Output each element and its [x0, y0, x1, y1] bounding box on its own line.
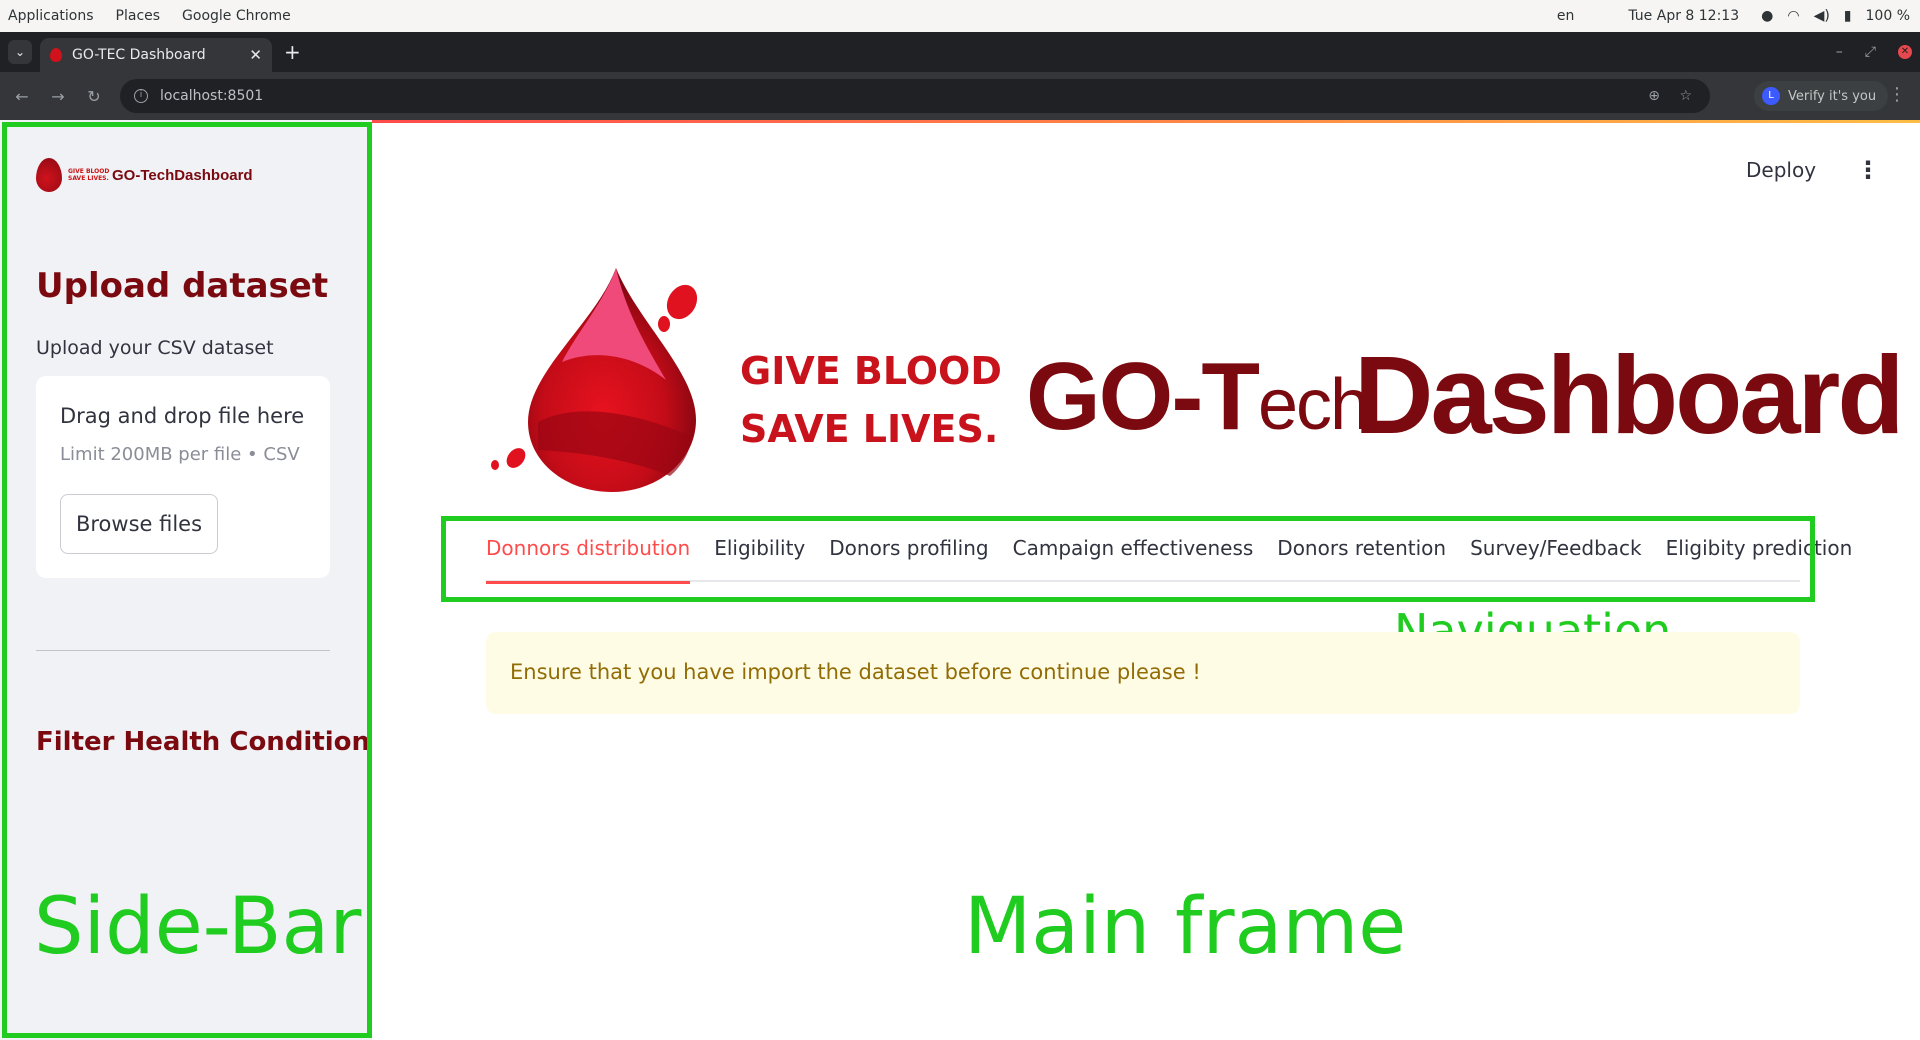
active-app-name[interactable]: Google Chrome [182, 8, 291, 24]
minimize-icon[interactable]: – [1836, 44, 1843, 60]
sidebar-logo: GIVE BLOOD SAVE LIVES. GO-TechDashboard [36, 158, 253, 192]
site-info-icon[interactable]: i [134, 89, 148, 103]
warning-alert: Ensure that you have import the dataset … [486, 632, 1800, 714]
tab-search-chevron-down-icon[interactable]: ⌄ [8, 40, 32, 64]
system-clock[interactable]: Tue Apr 8 12:13 [1628, 8, 1739, 24]
upload-dataset-heading: Upload dataset [36, 266, 329, 306]
logo-brand: GO-TechDashboard [112, 166, 253, 184]
chrome-menu-kebab-icon[interactable]: ⋮ [1888, 84, 1906, 105]
hero-gotech: GO-Tech [1026, 342, 1370, 452]
restore-icon[interactable]: ⤢ [1865, 44, 1876, 60]
tab-title: GO-TEC Dashboard [72, 47, 206, 63]
profile-avatar: L [1762, 87, 1780, 105]
back-arrow-icon[interactable]: ← [4, 87, 40, 106]
main-frame-annotation: Main frame [964, 882, 1407, 972]
dropzone-limit: Limit 200MB per file • CSV [60, 444, 300, 465]
wifi-icon[interactable]: ◠ [1787, 8, 1799, 24]
battery-icon: ▮ [1843, 8, 1852, 24]
zoom-icon[interactable]: ⊕ [1648, 88, 1660, 104]
applications-menu[interactable]: Applications [8, 8, 94, 24]
address-bar[interactable]: i localhost:8501 ⊕ ☆ [120, 79, 1710, 113]
file-dropzone[interactable]: Drag and drop file here Limit 200MB per … [36, 376, 330, 578]
volume-icon[interactable]: ◀) [1814, 8, 1830, 24]
window-close-icon[interactable]: ✕ [1898, 45, 1912, 59]
reload-icon[interactable]: ↻ [76, 87, 112, 106]
hero-gotech-main: GO-T [1026, 343, 1260, 450]
hero-tagline-line2: SAVE LIVES. [740, 407, 999, 451]
dropzone-title: Drag and drop file here [60, 404, 305, 428]
sidebar-annotation: Side-Bar [34, 882, 362, 972]
upload-csv-label: Upload your CSV dataset [36, 337, 274, 359]
hero-gotech-small: ech [1257, 365, 1370, 445]
battery-percent: 100 % [1865, 8, 1910, 24]
filter-health-condition-heading: Filter Health Condition [36, 727, 371, 757]
tab-close-icon[interactable]: ✕ [249, 46, 262, 64]
profile-verify-button[interactable]: L Verify it's you [1754, 81, 1889, 111]
deploy-button[interactable]: Deploy [1746, 158, 1816, 182]
blood-drop-favicon-icon [50, 48, 62, 62]
warning-alert-text: Ensure that you have import the dataset … [510, 660, 1201, 684]
hero-tagline: GIVE BLOOD SAVE LIVES. [740, 342, 1002, 458]
app-menu-kebab-icon[interactable]: ⋮ [1856, 156, 1880, 184]
app-header-decoration [372, 120, 1920, 123]
record-dot-icon: ● [1761, 8, 1774, 24]
sidebar-divider [36, 650, 330, 651]
hero-dashboard-word: Dashboard [1354, 334, 1905, 457]
blood-drop-logo-icon [491, 268, 698, 492]
system-top-bar: Applications Places Google Chrome en Tue… [0, 0, 1920, 32]
url-text[interactable]: localhost:8501 [160, 88, 263, 104]
navigation-annotation-outline [441, 516, 1815, 602]
browse-files-button[interactable]: Browse files [60, 494, 218, 554]
bookmark-star-icon[interactable]: ☆ [1679, 88, 1692, 104]
browser-toolbar: ← → ↻ i localhost:8501 ⊕ ☆ L Verify it's… [0, 72, 1920, 120]
hero-tagline-line1: GIVE BLOOD [740, 349, 1002, 393]
browser-tab-active[interactable]: GO-TEC Dashboard ✕ [40, 38, 272, 72]
browser-tabstrip: ⌄ GO-TEC Dashboard ✕ + – ⤢ ✕ [0, 32, 1920, 72]
verify-label: Verify it's you [1788, 88, 1877, 104]
places-menu[interactable]: Places [116, 8, 161, 24]
hero-banner: GIVE BLOOD SAVE LIVES. GO-Tech Dashboard [486, 262, 1905, 498]
new-tab-plus-icon[interactable]: + [284, 40, 301, 64]
forward-arrow-icon[interactable]: → [40, 87, 76, 106]
logo-tagline: GIVE BLOOD SAVE LIVES. [68, 168, 110, 182]
blood-drop-icon [36, 158, 62, 192]
keyboard-language[interactable]: en [1557, 8, 1575, 24]
